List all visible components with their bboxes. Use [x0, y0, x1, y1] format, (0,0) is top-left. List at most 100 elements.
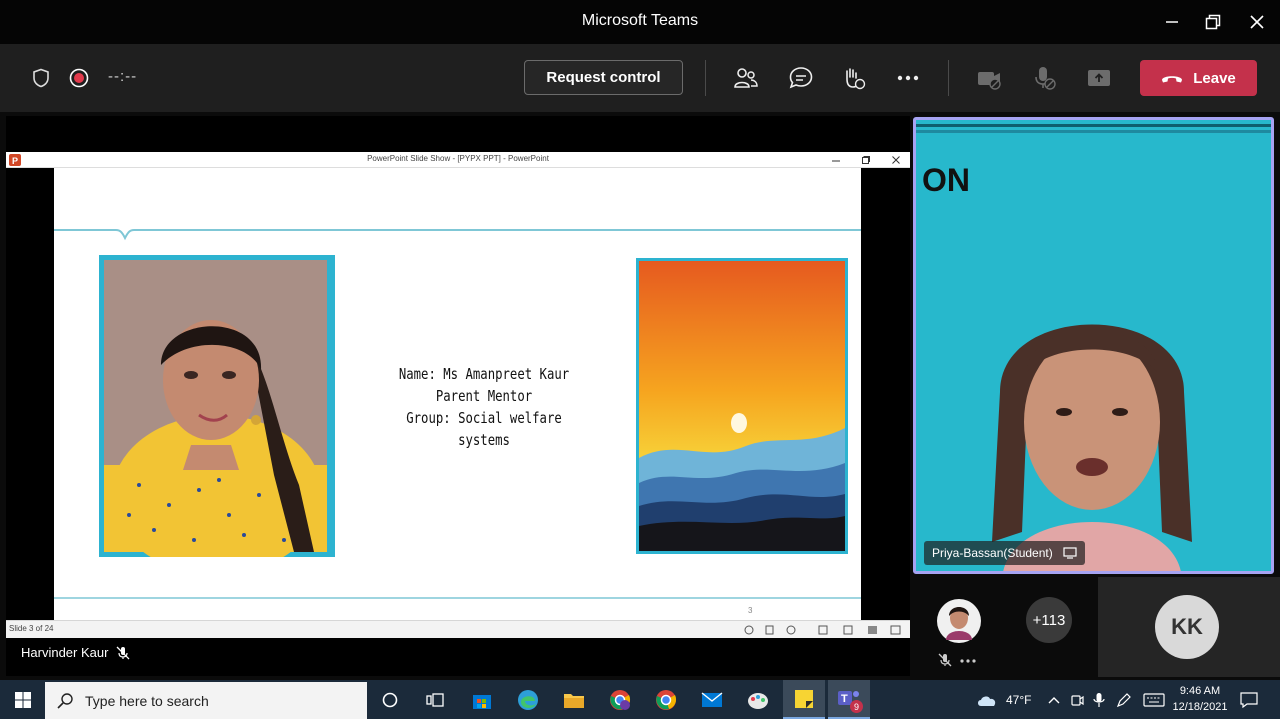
mic-off-icon [1035, 67, 1056, 90]
start-button[interactable] [0, 680, 45, 719]
leave-button[interactable]: Leave [1140, 60, 1257, 96]
task-view-cortana-icon[interactable] [382, 692, 398, 708]
toolbar-divider [948, 60, 949, 96]
participant-tile-kk[interactable]: KK [1098, 577, 1280, 677]
minimize-button[interactable] [1152, 6, 1192, 38]
weather-temperature[interactable]: 47°F [1006, 693, 1031, 707]
chrome-profile-icon[interactable] [609, 689, 631, 711]
clock-time: 9:46 AM [1179, 685, 1221, 697]
slideshow-controls[interactable] [744, 624, 904, 636]
notifications-icon[interactable] [1240, 692, 1258, 708]
close-button[interactable] [1237, 6, 1277, 38]
slide-canvas: Name: Ms Amanpreet Kaur Parent Mentor Gr… [54, 168, 861, 620]
close-icon[interactable] [892, 156, 900, 164]
minimize-icon [1166, 21, 1178, 23]
pen-icon[interactable] [1116, 692, 1132, 708]
powerpoint-window-title: PowerPoint Slide Show - [PYPX PPT] - Pow… [367, 154, 549, 163]
keyboard-icon[interactable] [1143, 693, 1165, 707]
slide-text-group: Group: Social welfare systems [406, 409, 562, 449]
slide-top-rule [54, 229, 861, 241]
record-icon [69, 68, 89, 88]
window-title: Microsoft Teams [581, 12, 699, 29]
slide-bottom-rule [54, 597, 861, 599]
people-icon [734, 68, 758, 88]
more-participants-button[interactable]: +113 [1026, 597, 1072, 643]
camera-off-icon [978, 72, 1001, 90]
participant-video-tile[interactable]: ON Priya-Bassan(Student) [913, 117, 1274, 574]
close-icon [1250, 15, 1264, 29]
mic-off-button[interactable] [1030, 64, 1060, 92]
slide-text-block: Name: Ms Amanpreet Kaur Parent Mentor Gr… [377, 363, 590, 451]
participant-name-tag: Priya-Bassan(Student) [924, 541, 1085, 565]
share-content-button[interactable] [1084, 64, 1114, 92]
sticky-notes-taskbar-button[interactable] [783, 680, 825, 719]
shared-screen-stage: P PowerPoint Slide Show - [PYPX PPT] - P… [6, 116, 910, 676]
hang-up-icon [1162, 76, 1183, 83]
presenter-name: Harvinder Kaur [21, 645, 109, 660]
teams-window: Microsoft Teams --:-- Request control Le… [0, 0, 1280, 719]
teams-notification-badge: 9 [850, 700, 863, 713]
system-clock[interactable]: 9:46 AM 12/18/2021 [1168, 683, 1232, 715]
slide-text-name: Name: Ms Amanpreet Kaur [398, 365, 570, 383]
meeting-toolbar: --:-- Request control Leave [0, 44, 1280, 112]
weather-cloud-icon[interactable] [976, 693, 998, 707]
request-control-button[interactable]: Request control [524, 60, 683, 95]
sunset-painting [636, 258, 848, 554]
restore-icon[interactable] [862, 156, 870, 164]
powerpoint-title-bar: P PowerPoint Slide Show - [PYPX PPT] - P… [6, 152, 910, 168]
screen-share-icon [1063, 547, 1077, 559]
recording-indicator [67, 66, 91, 90]
presenter-name-tag: Harvinder Kaur [21, 645, 130, 660]
search-icon [57, 692, 73, 709]
meet-now-icon[interactable] [1070, 693, 1084, 707]
slide-counter: Slide 3 of 24 [9, 624, 54, 633]
participant-name: Priya-Bassan(Student) [932, 546, 1053, 560]
sticky-notes-icon [795, 690, 813, 708]
file-explorer-icon[interactable] [563, 690, 585, 710]
minimize-icon[interactable] [832, 156, 840, 164]
clock-date: 12/18/2021 [1172, 701, 1228, 713]
chrome-icon[interactable] [655, 689, 677, 711]
portrait-photo [99, 255, 335, 557]
video-top-stripe [916, 124, 1271, 127]
shield-icon [33, 68, 49, 88]
paint-icon[interactable] [746, 690, 770, 710]
powerpoint-window: P PowerPoint Slide Show - [PYPX PPT] - P… [6, 152, 910, 638]
more-actions-button[interactable] [893, 66, 923, 90]
video-background-text: ON [922, 162, 970, 198]
participant-video-feed [992, 324, 1192, 571]
title-bar: Microsoft Teams [0, 0, 1280, 44]
mic-muted-icon [116, 646, 130, 659]
share-screen-icon [1088, 70, 1110, 86]
edge-browser-icon[interactable] [517, 689, 539, 711]
more-horizontal-icon[interactable] [960, 659, 976, 663]
raise-hand-icon [846, 68, 866, 90]
mic-muted-icon [938, 653, 952, 667]
participant-avatar[interactable] [936, 598, 982, 644]
leave-label: Leave [1193, 69, 1236, 87]
restore-button[interactable] [1193, 6, 1233, 38]
taskbar-search-box[interactable]: Type here to search [45, 682, 367, 719]
chevron-up-icon[interactable] [1048, 696, 1060, 704]
search-placeholder: Type here to search [85, 692, 209, 709]
restore-icon [1205, 14, 1221, 30]
video-top-stripe [916, 130, 1271, 133]
windows-taskbar: Type here to search T 9 47°F 9:46 AM 12/… [0, 680, 1280, 719]
reactions-button[interactable] [838, 64, 868, 92]
camera-off-button[interactable] [975, 64, 1005, 92]
slide-area: Name: Ms Amanpreet Kaur Parent Mentor Gr… [6, 168, 910, 620]
slide-text-role: Parent Mentor [435, 387, 533, 405]
more-horizontal-icon [897, 75, 919, 81]
shield-button[interactable] [30, 66, 52, 90]
chat-button[interactable] [786, 64, 816, 92]
microsoft-store-icon[interactable] [472, 690, 492, 710]
task-view-icon[interactable] [426, 692, 444, 708]
svg-text:T: T [841, 693, 848, 705]
microphone-icon[interactable] [1093, 692, 1105, 708]
chat-icon [789, 67, 813, 89]
participants-button[interactable] [731, 64, 761, 92]
toolbar-divider [705, 60, 706, 96]
slide-page-number: 3 [748, 606, 753, 615]
teams-taskbar-button[interactable]: T 9 [828, 680, 870, 719]
mail-icon[interactable] [701, 691, 723, 709]
